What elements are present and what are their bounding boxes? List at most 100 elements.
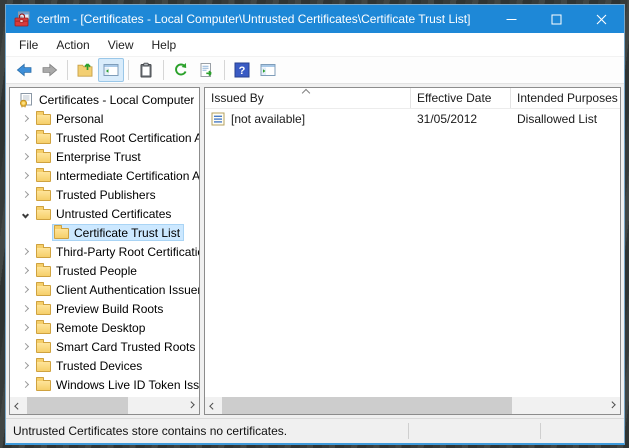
toolbar-help-button[interactable]: ? — [229, 58, 255, 82]
chevron-right-icon[interactable] — [16, 287, 34, 292]
close-button[interactable] — [579, 5, 624, 33]
chevron-left-icon — [14, 403, 21, 410]
tree-item-trusted-devices[interactable]: Trusted Devices — [10, 356, 199, 375]
scroll-left-button[interactable] — [205, 397, 222, 414]
chevron-right-icon[interactable] — [16, 173, 34, 178]
tree-item-personal[interactable]: Personal — [10, 109, 199, 128]
scroll-right-button[interactable] — [603, 397, 620, 414]
column-header-effective-date[interactable]: Effective Date — [410, 88, 510, 108]
folder-icon — [36, 361, 51, 372]
chevron-right-icon[interactable] — [16, 135, 34, 140]
folder-icon — [36, 171, 51, 182]
folder-icon — [36, 342, 51, 353]
column-header-intended-purposes[interactable]: Intended Purposes — [510, 88, 620, 108]
toolbar-export-list-button[interactable] — [194, 58, 220, 82]
chevron-right-icon[interactable] — [16, 116, 34, 121]
certificate-list-pane: Issued By Effective Date Intended Purposes… — [204, 87, 621, 415]
window-controls — [489, 5, 624, 33]
clipboard-icon — [138, 62, 154, 78]
status-text: Untrusted Certificates store contains no… — [13, 424, 287, 438]
tree-item-trusted-root-certification-authorities[interactable]: Trusted Root Certification Authorities — [10, 128, 199, 147]
folder-icon — [36, 209, 51, 220]
folder-icon — [36, 190, 51, 201]
tree-item-third-party-root-certification-authorities[interactable]: Third-Party Root Certification Authoriti… — [10, 242, 199, 261]
tree-item-trusted-people[interactable]: Trusted People — [10, 261, 199, 280]
maximize-button[interactable] — [534, 5, 579, 33]
chevron-right-icon[interactable] — [16, 325, 34, 330]
column-header-label: Effective Date — [417, 91, 491, 105]
scroll-right-button[interactable] — [182, 397, 199, 414]
toolbar-refresh-button[interactable] — [168, 58, 194, 82]
scrollbar-track[interactable] — [222, 397, 603, 414]
chevron-right-icon[interactable] — [16, 192, 34, 197]
toolbar-back-arrow-button[interactable] — [11, 58, 37, 82]
tree-item-untrusted-certificates[interactable]: Untrusted Certificates — [10, 204, 199, 223]
tree-horizontal-scrollbar[interactable] — [10, 397, 199, 414]
scroll-left-button[interactable] — [10, 397, 27, 414]
chevron-right-icon[interactable] — [16, 306, 34, 311]
scrollbar-thumb[interactable] — [27, 397, 128, 414]
column-header-label: Intended Purposes — [517, 91, 618, 105]
tree-item-label: Third-Party Root Certification Authoriti… — [56, 245, 199, 259]
app-window: certlm - [Certificates - Local Computer\… — [5, 4, 625, 445]
certificate-store-icon — [18, 92, 34, 108]
toolbar-separator — [163, 60, 164, 80]
tree-item-certificate-trust-list[interactable]: Certificate Trust List — [10, 223, 199, 242]
forward-arrow-icon — [42, 62, 58, 78]
scrollbar-track[interactable] — [27, 397, 182, 414]
folder-icon — [36, 285, 51, 296]
toolbar-separator — [224, 60, 225, 80]
tree-item-label: Smart Card Trusted Roots — [56, 340, 195, 354]
tree-item-remote-desktop[interactable]: Remote Desktop — [10, 318, 199, 337]
svg-text:?: ? — [239, 65, 246, 77]
tree-item-label: Windows Live ID Token Issuers — [56, 378, 199, 392]
tree-item-smart-card-trusted-roots[interactable]: Smart Card Trusted Roots — [10, 337, 199, 356]
tree-item-intermediate-certification-authorities[interactable]: Intermediate Certification Authorities — [10, 166, 199, 185]
column-header-issued-by[interactable]: Issued By — [205, 88, 410, 108]
chevron-right-icon[interactable] — [16, 268, 34, 273]
tree-item-client-authentication-issuers[interactable]: Client Authentication Issuers — [10, 280, 199, 299]
toolbar-folder-up-button[interactable] — [72, 58, 98, 82]
toolbar-console-window-button[interactable] — [255, 58, 281, 82]
toolbar-clipboard-button[interactable] — [133, 58, 159, 82]
tree-item-label: Trusted People — [56, 264, 137, 278]
menu-help[interactable]: Help — [143, 35, 186, 55]
chevron-down-icon[interactable] — [16, 211, 34, 216]
menu-bar: FileActionViewHelp — [6, 33, 624, 56]
menu-view[interactable]: View — [99, 35, 143, 55]
tree-item-label: Trusted Devices — [56, 359, 142, 373]
issued-by-value: [not available] — [231, 112, 305, 126]
scrollbar-thumb[interactable] — [222, 397, 512, 414]
menu-action[interactable]: Action — [47, 35, 98, 55]
minimize-button[interactable] — [489, 5, 534, 33]
chevron-right-icon — [609, 401, 616, 408]
tree-item-enterprise-trust[interactable]: Enterprise Trust — [10, 147, 199, 166]
chevron-right-icon[interactable] — [16, 249, 34, 254]
status-bar-divider — [408, 423, 409, 439]
toolbar-console-tree-toggle-button[interactable] — [98, 58, 124, 82]
tree-item-trusted-publishers[interactable]: Trusted Publishers — [10, 185, 199, 204]
chevron-right-icon[interactable] — [16, 363, 34, 368]
list-horizontal-scrollbar[interactable] — [205, 397, 620, 414]
console-tree-toggle-icon — [103, 62, 119, 78]
chevron-right-icon[interactable] — [16, 154, 34, 159]
status-bar: Untrusted Certificates store contains no… — [6, 418, 624, 443]
tree-item-label: Trusted Root Certification Authorities — [56, 131, 199, 145]
tree-item-label: Trusted Publishers — [56, 188, 156, 202]
chevron-right-icon[interactable] — [16, 344, 34, 349]
folder-icon — [36, 380, 51, 391]
tree-item-preview-build-roots[interactable]: Preview Build Roots — [10, 299, 199, 318]
folder-icon — [36, 133, 51, 144]
chevron-right-icon[interactable] — [16, 382, 34, 387]
chevron-right-icon — [188, 401, 195, 408]
menu-file[interactable]: File — [10, 35, 47, 55]
console-tree: Certificates - Local ComputerPersonal Tru… — [10, 88, 199, 394]
tree-item-label: Certificate Trust List — [74, 226, 180, 240]
toolbar-separator — [128, 60, 129, 80]
effective-date-value: 31/05/2012 — [410, 112, 510, 126]
toolbar-forward-arrow-button[interactable] — [37, 58, 63, 82]
intended-purposes-value: Disallowed List — [510, 112, 620, 126]
tree-item-certificates-local-computer[interactable]: Certificates - Local Computer — [10, 90, 199, 109]
list-row[interactable]: [not available] 31/05/2012Disallowed List — [205, 109, 620, 129]
tree-item-windows-live-id-token-issuers[interactable]: Windows Live ID Token Issuers — [10, 375, 199, 394]
